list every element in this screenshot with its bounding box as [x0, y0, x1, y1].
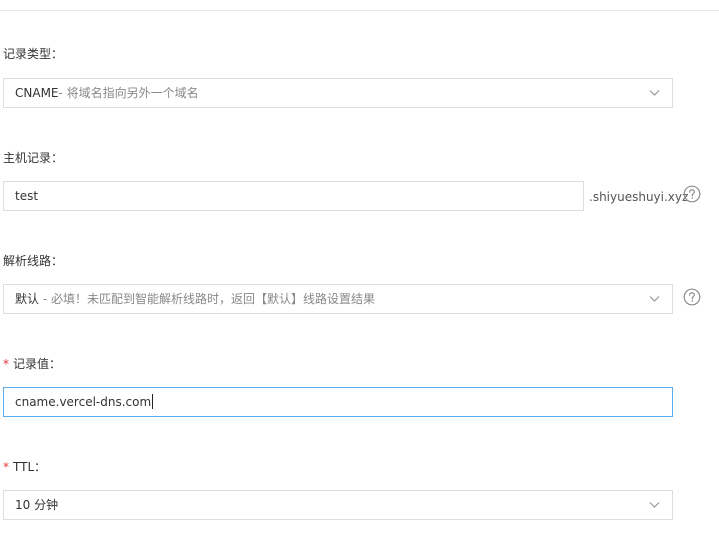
chevron-down-icon	[649, 90, 660, 96]
record-type-value: CNAME	[15, 86, 59, 100]
ttl-select[interactable]: 10 分钟	[3, 490, 673, 520]
question-circle-icon[interactable]	[683, 288, 701, 306]
record-type-description: - 将域名指向另外一个域名	[58, 86, 199, 100]
host-record-label: 主机记录：	[3, 151, 64, 165]
resolution-line-description: - 必填！未匹配到智能解析线路时，返回【默认】线路设置结果	[39, 292, 375, 306]
record-type-select[interactable]: CNAME- 将域名指向另外一个域名	[3, 78, 673, 108]
ttl-value: 10 分钟	[15, 498, 59, 512]
question-circle-icon[interactable]	[683, 185, 701, 203]
required-mark: *	[3, 460, 9, 474]
resolution-line-select[interactable]: 默认 - 必填！未匹配到智能解析线路时，返回【默认】线路设置结果	[3, 284, 673, 314]
resolution-line-value: 默认	[15, 292, 40, 306]
text-cursor	[152, 394, 154, 409]
record-value-label-text: 记录值：	[13, 357, 62, 371]
chevron-down-icon	[649, 296, 660, 302]
record-value-label: * 记录值：	[3, 357, 61, 371]
ttl-label: * TTL：	[3, 460, 46, 474]
record-value-input[interactable]: cname.vercel-dns.com	[3, 387, 673, 417]
record-type-label: 记录类型：	[3, 47, 64, 61]
host-record-input[interactable]: test	[3, 181, 584, 211]
resolution-line-label: 解析线路：	[3, 254, 64, 268]
domain-suffix: .shiyueshuyi.xyz	[589, 190, 689, 204]
top-divider	[0, 10, 719, 11]
host-record-value: test	[15, 189, 39, 203]
ttl-label-text: TTL：	[13, 460, 47, 474]
chevron-down-icon	[649, 502, 660, 508]
required-mark: *	[3, 357, 9, 371]
record-value-value: cname.vercel-dns.com	[15, 395, 152, 409]
